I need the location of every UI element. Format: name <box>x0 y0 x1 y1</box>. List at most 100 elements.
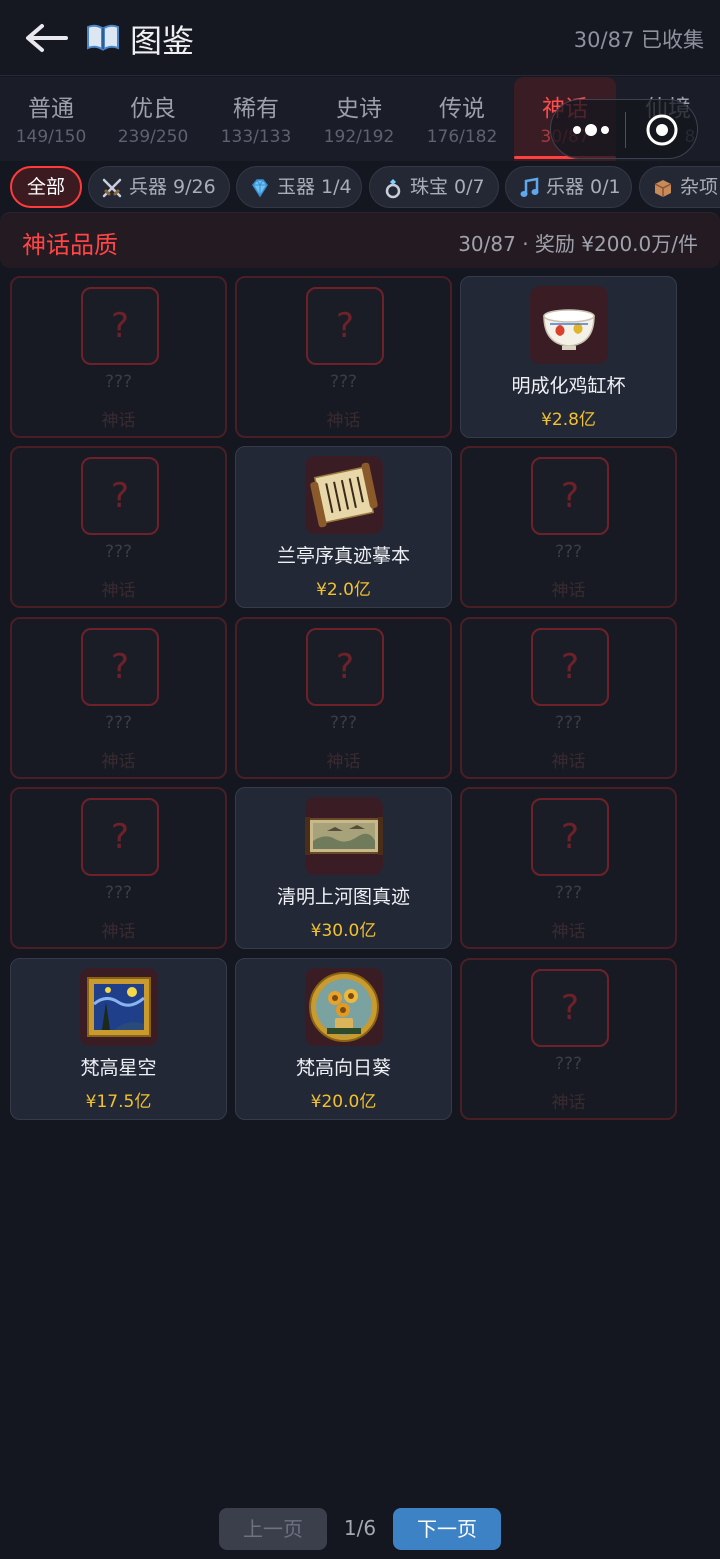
item-rarity: 神话 <box>101 752 136 772</box>
item-card[interactable]: 梵高向日葵 ¥20.0亿 <box>235 958 452 1120</box>
back-arrow-icon[interactable] <box>22 20 70 56</box>
item-price: ¥30.0亿 <box>310 921 377 941</box>
more-dots-icon[interactable] <box>569 116 613 144</box>
item-name: ??? <box>554 542 583 562</box>
item-rarity: 神话 <box>326 752 361 772</box>
tab-label: 普通 <box>28 96 74 122</box>
item-card-locked[interactable]: ? ??? 神话 <box>10 787 227 949</box>
capsule-divider <box>625 112 626 148</box>
quality-header: 神话品质 30/87 · 奖励 ¥200.0万/件 <box>0 212 720 268</box>
chip-instruments[interactable]: 乐器 0/1 <box>505 166 632 208</box>
item-name: ??? <box>104 542 133 562</box>
item-name: ??? <box>104 713 133 733</box>
chip-label: 全部 <box>26 176 65 198</box>
item-card-locked[interactable]: ? ??? 神话 <box>10 617 227 779</box>
item-card-locked[interactable]: ? ??? 神话 <box>460 958 677 1120</box>
tab-label: 优良 <box>130 96 176 122</box>
item-card-locked[interactable]: ? ??? 神话 <box>235 617 452 779</box>
item-name: ??? <box>554 883 583 903</box>
tab-count: 149/150 <box>15 127 87 147</box>
scroll-icon <box>305 456 383 534</box>
item-card-locked[interactable]: ? ??? 神话 <box>460 446 677 608</box>
item-rarity: 神话 <box>551 922 586 942</box>
ring-icon <box>385 179 401 199</box>
chicken-cup-icon <box>530 286 608 364</box>
item-name: 明成化鸡缸杯 <box>511 375 626 397</box>
miniprogram-capsule <box>550 99 698 159</box>
collection-summary: 30/87 已收集 <box>573 28 704 52</box>
prev-page-button[interactable]: 上一页 <box>219 1508 327 1550</box>
category-filter: 全部 兵器 9/26 玉器 1/4 珠宝 0/7 乐器 0/1 杂项 <box>0 162 720 212</box>
music-note-icon <box>520 177 539 197</box>
item-name: ??? <box>554 713 583 733</box>
tab-common[interactable]: 普通 149/150 <box>0 77 102 161</box>
chip-label: 乐器 0/1 <box>546 176 621 198</box>
pagination: 上一页 1/6 下一页 <box>0 1500 720 1559</box>
chip-label: 玉器 1/4 <box>277 176 352 198</box>
item-rarity: 神话 <box>551 1093 586 1113</box>
tab-rare[interactable]: 稀有 133/133 <box>205 77 307 161</box>
item-card-locked[interactable]: ? ??? 神话 <box>460 787 677 949</box>
tab-count: 176/182 <box>426 127 498 147</box>
tab-legendary[interactable]: 传说 176/182 <box>411 77 513 161</box>
chip-jewelry[interactable]: 珠宝 0/7 <box>369 166 499 208</box>
unknown-item-icon: ? <box>531 628 609 706</box>
chip-jade[interactable]: 玉器 1/4 <box>236 166 362 208</box>
item-name: ??? <box>554 1054 583 1074</box>
item-price: ¥17.5亿 <box>85 1092 152 1112</box>
quality-title: 神话品质 <box>22 231 118 259</box>
top-bar: 图鉴 30/87 已收集 <box>0 0 720 76</box>
item-card-locked[interactable]: ? ??? 神话 <box>460 617 677 779</box>
next-page-button[interactable]: 下一页 <box>393 1508 501 1550</box>
tab-label: 史诗 <box>336 96 382 122</box>
item-card[interactable]: 清明上河图真迹 ¥30.0亿 <box>235 787 452 949</box>
item-card[interactable]: 梵高星空 ¥17.5亿 <box>10 958 227 1120</box>
item-name: 清明上河图真迹 <box>276 886 410 908</box>
unknown-item-icon: ? <box>306 287 384 365</box>
box-icon <box>654 180 672 197</box>
page-title: 图鉴 <box>130 22 195 60</box>
unknown-item-icon: ? <box>81 628 159 706</box>
item-card-locked[interactable]: ? ??? 神话 <box>10 276 227 438</box>
item-price: ¥2.8亿 <box>541 410 596 430</box>
item-name: ??? <box>329 713 358 733</box>
chip-misc[interactable]: 杂项 <box>639 166 720 208</box>
unknown-item-icon: ? <box>531 457 609 535</box>
tab-epic[interactable]: 史诗 192/192 <box>308 77 410 161</box>
painting-scroll-icon <box>305 797 383 875</box>
unknown-item-icon: ? <box>81 798 159 876</box>
close-target-icon[interactable] <box>645 113 679 147</box>
item-rarity: 神话 <box>101 581 136 601</box>
chip-label: 珠宝 0/7 <box>410 176 485 198</box>
item-name: ??? <box>104 883 133 903</box>
item-price: ¥20.0亿 <box>310 1092 377 1112</box>
item-rarity: 神话 <box>551 752 586 772</box>
item-rarity: 神话 <box>551 581 586 601</box>
chip-label: 杂项 <box>680 176 719 198</box>
item-name: ??? <box>104 372 133 392</box>
item-name: 兰亭序真迹摹本 <box>276 545 410 567</box>
tab-fine[interactable]: 优良 239/250 <box>102 77 204 161</box>
item-card[interactable]: 明成化鸡缸杯 ¥2.8亿 <box>460 276 677 438</box>
open-book-icon <box>87 24 119 51</box>
item-name: 梵高向日葵 <box>295 1057 391 1079</box>
item-name: ??? <box>329 372 358 392</box>
chip-weapons[interactable]: 兵器 9/26 <box>88 166 230 208</box>
tab-count: 133/133 <box>220 127 292 147</box>
quality-progress: 30/87 · 奖励 ¥200.0万/件 <box>458 232 698 256</box>
tab-count: 239/250 <box>117 127 189 147</box>
page-indicator: 1/6 <box>343 1516 377 1540</box>
item-card[interactable]: 兰亭序真迹摹本 ¥2.0亿 <box>235 446 452 608</box>
unknown-item-icon: ? <box>531 969 609 1047</box>
tab-label: 稀有 <box>233 96 279 122</box>
item-card-locked[interactable]: ? ??? 神话 <box>235 276 452 438</box>
item-name: 梵高星空 <box>80 1057 157 1079</box>
tab-count: 192/192 <box>323 127 395 147</box>
chip-all[interactable]: 全部 <box>10 166 82 208</box>
item-card-locked[interactable]: ? ??? 神话 <box>10 446 227 608</box>
unknown-item-icon: ? <box>81 287 159 365</box>
chip-label: 兵器 9/26 <box>129 176 216 198</box>
unknown-item-icon: ? <box>81 457 159 535</box>
gem-icon <box>252 179 268 198</box>
sunflowers-painting-icon <box>305 968 383 1046</box>
